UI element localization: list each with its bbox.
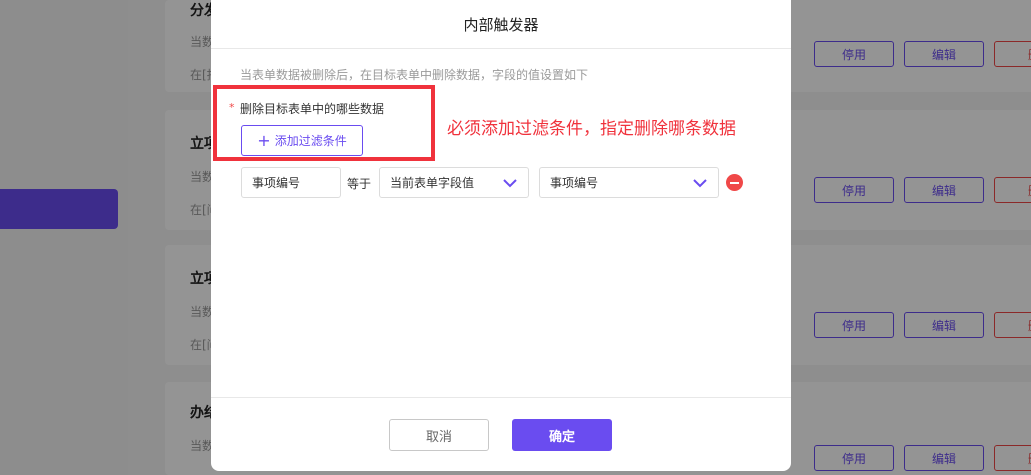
condition-field-value: 事项编号 — [252, 176, 301, 190]
condition-field-input[interactable]: 事项编号 — [241, 167, 341, 198]
value-field-select[interactable]: 事项编号 — [539, 167, 719, 198]
remove-condition-icon[interactable] — [726, 174, 743, 191]
value-type-selected: 当前表单字段值 — [390, 176, 475, 190]
footer-divider — [211, 397, 791, 398]
value-field-selected: 事项编号 — [550, 176, 599, 190]
add-filter-button[interactable]: + 添加过滤条件 — [241, 125, 363, 156]
required-marker: * — [229, 101, 235, 114]
cancel-button[interactable]: 取消 — [389, 419, 489, 451]
chevron-down-icon — [693, 178, 707, 187]
add-filter-label: 添加过滤条件 — [274, 134, 347, 148]
dialog-description: 当表单数据被删除后，在目标表单中删除数据，字段的值设置如下 — [240, 68, 589, 82]
condition-operator: 等于 — [347, 177, 372, 191]
confirm-button[interactable]: 确定 — [512, 419, 612, 451]
value-type-select[interactable]: 当前表单字段值 — [379, 167, 529, 198]
dialog-title: 内部触发器 — [463, 15, 539, 34]
dialog-header: 内部触发器 — [211, 0, 791, 49]
plus-icon: + — [257, 130, 271, 150]
trigger-dialog: 内部触发器 当表单数据被删除后，在目标表单中删除数据，字段的值设置如下 * 删除… — [211, 0, 791, 471]
annotation-text: 必须添加过滤条件，指定删除哪条数据 — [447, 119, 736, 139]
chevron-down-icon — [503, 178, 517, 187]
delete-target-label: 删除目标表单中的哪些数据 — [240, 102, 385, 116]
